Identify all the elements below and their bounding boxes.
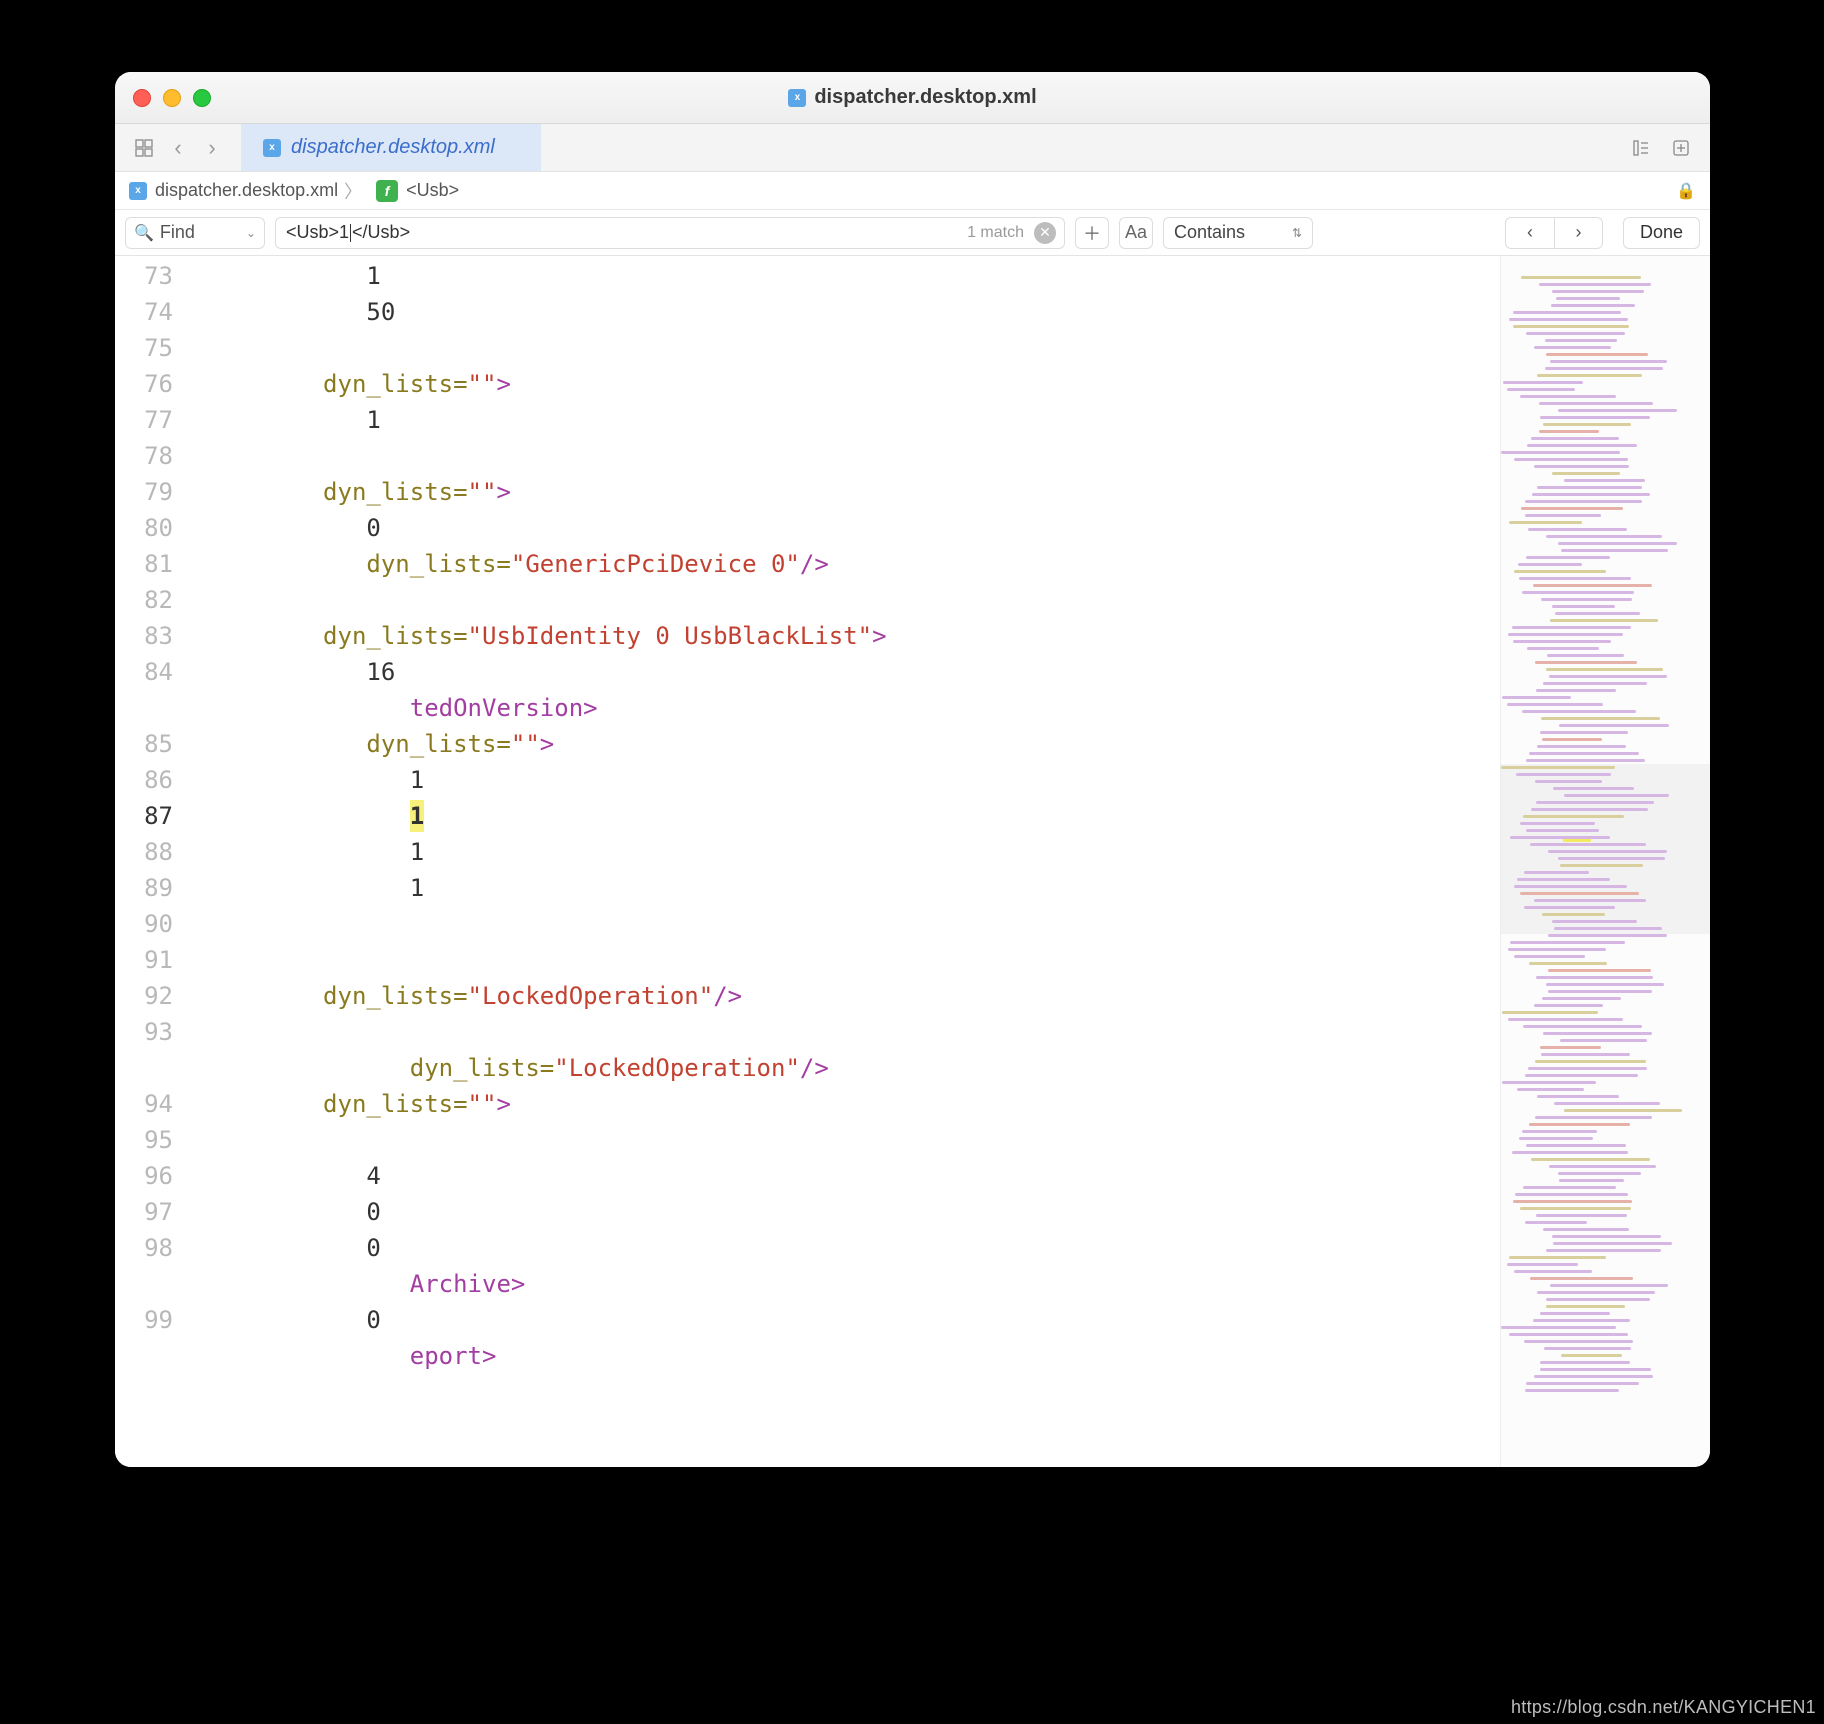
lock-icon: 🔒 <box>1676 181 1696 201</box>
find-bar: 🔍 Find ⌄ <Usb>1</Usb> 1 match ✕ ＋ Aa Con… <box>115 210 1710 256</box>
minimize-button[interactable] <box>163 89 181 107</box>
window-title-text: dispatcher.desktop.xml <box>814 86 1036 109</box>
outline-icon[interactable] <box>1626 133 1656 163</box>
window-title: x dispatcher.desktop.xml <box>115 86 1710 109</box>
find-done-button[interactable]: Done <box>1623 217 1700 249</box>
window-controls <box>133 89 211 107</box>
find-nav-group: ‹ › <box>1505 217 1603 249</box>
search-icon: 🔍 <box>134 223 154 243</box>
tab-right-controls <box>1626 124 1702 171</box>
nav-forward-button[interactable]: › <box>197 133 227 163</box>
chevron-down-icon: ⌄ <box>246 226 256 240</box>
clear-search-button[interactable]: ✕ <box>1034 222 1056 244</box>
find-prev-button[interactable]: ‹ <box>1506 218 1554 248</box>
nav-back-button[interactable]: ‹ <box>163 133 193 163</box>
find-input[interactable]: <Usb>1</Usb> 1 match ✕ <box>275 217 1065 249</box>
maximize-button[interactable] <box>193 89 211 107</box>
tab-bar: ‹ › x dispatcher.desktop.xml <box>115 124 1710 172</box>
find-label-text: Find <box>160 222 195 243</box>
panel-layout-icon[interactable] <box>129 133 159 163</box>
tab-nav-controls: ‹ › <box>123 124 233 171</box>
close-button[interactable] <box>133 89 151 107</box>
breadcrumb-node[interactable]: <Usb> <box>406 180 459 201</box>
find-query-post: </Usb> <box>352 222 410 243</box>
text-caret <box>350 224 351 242</box>
line-gutter: 7374757677787980818283848586878889909192… <box>115 256 187 1467</box>
add-editor-icon[interactable] <box>1666 133 1696 163</box>
find-mode-dropdown[interactable]: 🔍 Find ⌄ <box>125 217 265 249</box>
match-mode-dropdown[interactable]: Contains ⇅ <box>1163 217 1313 249</box>
editor-window: x dispatcher.desktop.xml ‹ › x dispatche… <box>115 72 1710 1467</box>
tab-active[interactable]: x dispatcher.desktop.xml <box>241 124 541 171</box>
breadcrumb-file[interactable]: dispatcher.desktop.xml <box>155 180 338 201</box>
find-query-pre: <Usb>1 <box>286 222 349 243</box>
code-content[interactable]: 1 50 dyn_lists=""> 1 dyn_lists=""> 0 dyn… <box>187 256 1500 1467</box>
find-match-count: 1 match <box>967 224 1024 242</box>
editor-area: 7374757677787980818283848586878889909192… <box>115 256 1710 1467</box>
add-criterion-button[interactable]: ＋ <box>1075 217 1109 249</box>
title-bar: x dispatcher.desktop.xml <box>115 72 1710 124</box>
match-case-button[interactable]: Aa <box>1119 217 1153 249</box>
breadcrumb-bar: x dispatcher.desktop.xml 〉 f <Usb> 🔒 <box>115 172 1710 210</box>
minimap[interactable] <box>1500 256 1710 1467</box>
tab-label: dispatcher.desktop.xml <box>291 136 495 159</box>
xml-file-icon: x <box>788 89 806 107</box>
watermark-text: https://blog.csdn.net/KANGYICHEN1 <box>1511 1697 1816 1718</box>
breadcrumb-separator: 〉 <box>344 178 362 204</box>
find-next-button[interactable]: › <box>1554 218 1602 248</box>
match-mode-label: Contains <box>1174 222 1245 243</box>
xml-file-icon: x <box>263 139 281 157</box>
xml-file-icon: x <box>129 182 147 200</box>
chevron-updown-icon: ⇅ <box>1292 226 1302 240</box>
function-badge-icon: f <box>376 180 398 202</box>
